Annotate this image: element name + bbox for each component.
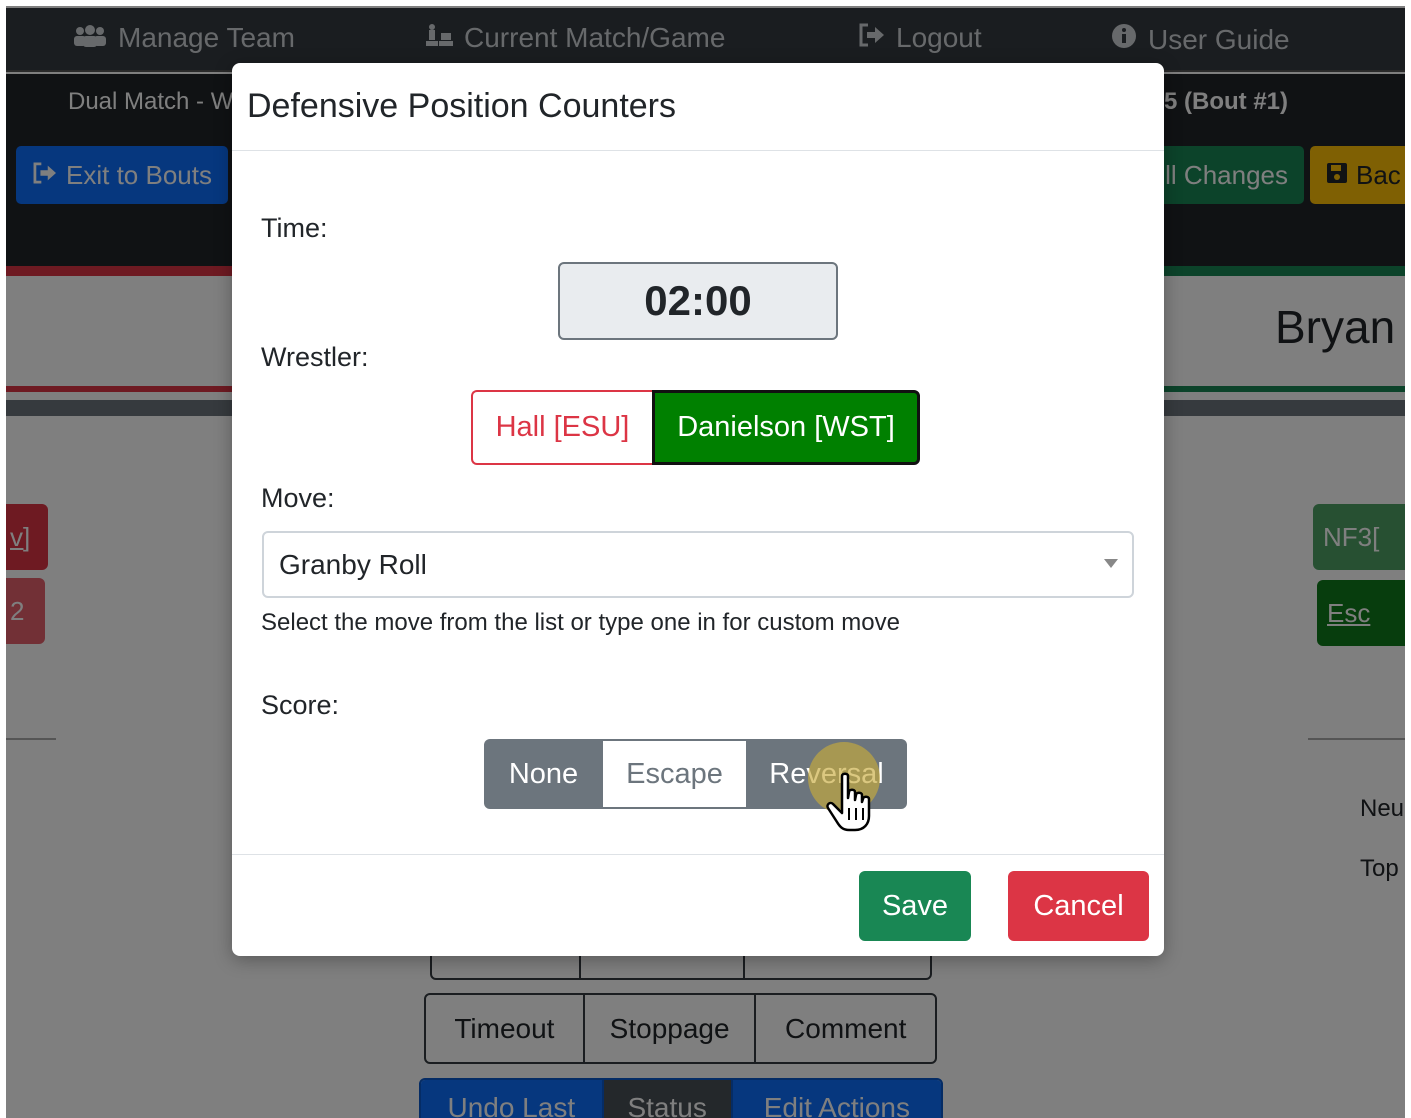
wrestler-label: Wrestler:: [261, 342, 369, 372]
move-select[interactable]: Granby Roll: [262, 531, 1134, 598]
wrestler-option-hall[interactable]: Hall [ESU]: [471, 390, 652, 465]
frame-edge: [0, 0, 6, 1118]
wrestler-option-danielson[interactable]: Danielson [WST]: [652, 390, 920, 465]
modal-footer-divider: [232, 854, 1164, 855]
frame-edge: [0, 0, 1411, 6]
frame-edge: [1405, 0, 1411, 1118]
caret-down-icon: [1104, 559, 1118, 568]
score-option-escape[interactable]: Escape: [603, 739, 746, 809]
cancel-button[interactable]: Cancel: [1008, 871, 1149, 941]
defensive-counters-modal: Defensive Position Counters Time: 02:00 …: [232, 63, 1164, 956]
wrestler-toggle: Hall [ESU] Danielson [WST]: [471, 390, 920, 465]
move-help-text: Select the move from the list or type on…: [261, 609, 900, 636]
save-button[interactable]: Save: [859, 871, 971, 941]
time-display[interactable]: 02:00: [558, 262, 838, 340]
move-select-value: Granby Roll: [279, 549, 427, 580]
time-label: Time:: [261, 213, 328, 243]
score-option-none[interactable]: None: [484, 739, 603, 809]
modal-header: Defensive Position Counters: [232, 63, 1164, 151]
score-label: Score:: [261, 690, 340, 720]
modal-title: Defensive Position Counters: [247, 87, 677, 125]
hand-cursor-icon: [822, 772, 878, 834]
move-label: Move:: [261, 483, 335, 513]
